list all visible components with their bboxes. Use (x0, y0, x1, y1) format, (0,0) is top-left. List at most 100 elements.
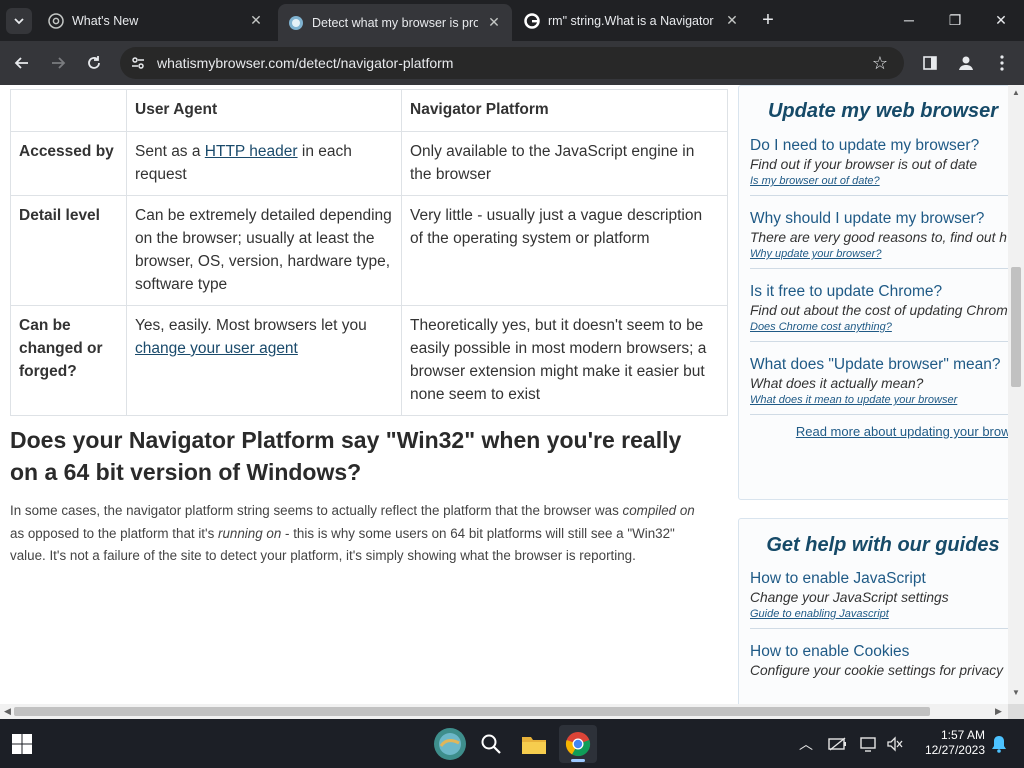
taskbar-clock[interactable]: 1:57 AM 12/27/2023 (915, 728, 985, 758)
table-header-row: User Agent Navigator Platform (10, 89, 728, 132)
chevron-down-icon (14, 18, 24, 25)
restore-button[interactable]: ❐ (932, 0, 978, 40)
close-icon[interactable]: ✕ (486, 14, 502, 31)
address-bar[interactable]: whatismybrowser.com/detect/navigator-pla… (120, 47, 904, 79)
restore-icon: ❐ (948, 11, 962, 28)
question-description: Change your JavaScript settings (750, 590, 949, 605)
question-description: Configure your cookie settings for priva… (750, 663, 1004, 678)
question-link[interactable]: Why should I update my browser? (750, 210, 1008, 228)
forward-button[interactable] (44, 49, 72, 77)
change-user-agent-link[interactable]: change your user agent (135, 340, 298, 357)
reload-button[interactable] (80, 49, 108, 77)
para-emphasis: running on (218, 525, 282, 541)
question-description: Find out about the cost of updating Chro… (750, 303, 1008, 318)
tab-search-button[interactable] (6, 8, 32, 34)
notifications-button[interactable] (988, 733, 1010, 755)
tab-strip: What's New ✕ Detect what my browser is p… (0, 0, 1024, 41)
profile-icon (959, 56, 973, 70)
item-link[interactable]: What does it mean to update your browser (750, 394, 1008, 406)
cell-text: Sent as a (135, 143, 205, 160)
vertical-scrollbar[interactable]: ▲ ▼ (1008, 85, 1024, 704)
cell-text: Yes, easily. Most browsers let you (135, 317, 367, 334)
tab-whats-new[interactable]: What's New ✕ (38, 4, 274, 37)
new-tab-button[interactable]: + (756, 8, 780, 32)
chrome-icon (565, 732, 591, 757)
site-favicon-icon (288, 15, 304, 31)
chrome-taskbar-button[interactable] (559, 725, 597, 763)
section-heading: Does your Navigator Platform say "Win32"… (10, 427, 682, 485)
reload-icon (88, 56, 100, 69)
show-hidden-icons-button[interactable]: ︿ (795, 733, 817, 755)
more-vertical-icon (1000, 55, 1004, 71)
read-more-link[interactable]: Read more about updating your brows (739, 415, 1008, 449)
table-header-cell: User Agent (126, 89, 402, 132)
profile-button[interactable] (952, 49, 980, 77)
arrow-left-icon (14, 57, 28, 69)
windows-icon (12, 734, 32, 754)
arrow-right-icon (52, 57, 66, 69)
scroll-left-icon[interactable]: ◀ (3, 707, 12, 716)
question-link[interactable]: Do I need to update my browser? (750, 137, 1008, 155)
scroll-down-icon[interactable]: ▼ (1012, 689, 1020, 697)
http-header-link[interactable]: HTTP header (205, 143, 298, 160)
search-button[interactable] (472, 725, 510, 763)
bell-icon (992, 736, 1006, 753)
panel-title: Update my web browser (767, 100, 999, 122)
table-header-cell: Navigator Platform (401, 89, 728, 132)
chrome-icon (48, 12, 64, 29)
question-link[interactable]: What does "Update browser" mean? (750, 356, 1008, 374)
guides-panel: Get help with our guides How to enable J… (738, 518, 1008, 704)
question-link[interactable]: Is it free to update Chrome? (750, 283, 1008, 301)
globe-icon (434, 728, 466, 760)
volume-muted-icon[interactable] (884, 733, 906, 755)
scroll-right-icon[interactable]: ▶ (994, 707, 1003, 716)
plus-icon: + (762, 8, 774, 31)
table-cell: Very little - usually just a vague descr… (401, 195, 728, 306)
close-icon: ✕ (995, 11, 1007, 28)
scrollbar-thumb[interactable] (14, 707, 930, 716)
table-row: Can be changed or forged? Yes, easily. M… (10, 305, 728, 416)
side-panel-button[interactable] (916, 49, 944, 77)
close-icon[interactable]: ✕ (248, 12, 264, 29)
tab-title: Detect what my browser is prov (312, 15, 478, 30)
minimize-button[interactable]: ─ (886, 0, 932, 40)
battery-icon[interactable] (827, 733, 849, 755)
scrollbar-thumb[interactable] (1011, 267, 1021, 387)
list-item: What does "Update browser" mean? What do… (750, 356, 1008, 415)
row-label: Accessed by (10, 131, 127, 196)
close-icon[interactable]: ✕ (724, 12, 740, 29)
item-link[interactable]: Guide to enabling Javascript (750, 608, 1008, 620)
start-button[interactable] (3, 725, 41, 763)
question-description: There are very good reasons to, find out… (750, 230, 1007, 245)
network-icon[interactable] (858, 733, 880, 755)
clock-date: 12/27/2023 (924, 743, 985, 757)
para-emphasis: compiled on (622, 503, 695, 518)
scroll-up-icon[interactable]: ▲ (1012, 89, 1020, 97)
tab-detect-browser[interactable]: Detect what my browser is prov ✕ (278, 4, 512, 41)
table-row: Accessed by Sent as a HTTP header in eac… (10, 131, 728, 196)
item-link[interactable]: Does Chrome cost anything? (750, 321, 1008, 333)
question-link[interactable]: How to enable Cookies (750, 643, 1008, 661)
page-viewport: User Agent Navigator Platform Accessed b… (0, 85, 1024, 704)
site-settings-icon[interactable] (128, 53, 148, 73)
question-description: Find out if your browser is out of date (750, 157, 977, 172)
widgets-button[interactable] (431, 725, 469, 763)
list-item: How to enable JavaScript Change your Jav… (750, 570, 1008, 629)
file-explorer-button[interactable] (515, 725, 553, 763)
article-paragraph: In some cases, the navigator platform st… (10, 500, 710, 568)
horizontal-scrollbar[interactable]: ◀ ▶ (0, 704, 1008, 719)
menu-button[interactable] (988, 49, 1016, 77)
item-link[interactable]: Is my browser out of date? (750, 175, 1008, 187)
comparison-table: User Agent Navigator Platform Accessed b… (10, 89, 728, 416)
para-text: as opposed to the platform that it's (10, 525, 218, 541)
table-header-cell (10, 89, 127, 132)
item-link[interactable]: Why update your browser? (750, 248, 1008, 260)
question-link[interactable]: How to enable JavaScript (750, 570, 1008, 588)
tab-navigator-search[interactable]: rm" string.What is a Navigator f ✕ (514, 4, 750, 37)
page-content: User Agent Navigator Platform Accessed b… (0, 85, 1008, 704)
clock-time: 1:57 AM (940, 728, 985, 742)
back-button[interactable] (8, 49, 36, 77)
close-window-button[interactable]: ✕ (978, 0, 1024, 40)
browser-toolbar: whatismybrowser.com/detect/navigator-pla… (0, 41, 1024, 85)
bookmark-button[interactable]: ☆ (866, 49, 894, 77)
